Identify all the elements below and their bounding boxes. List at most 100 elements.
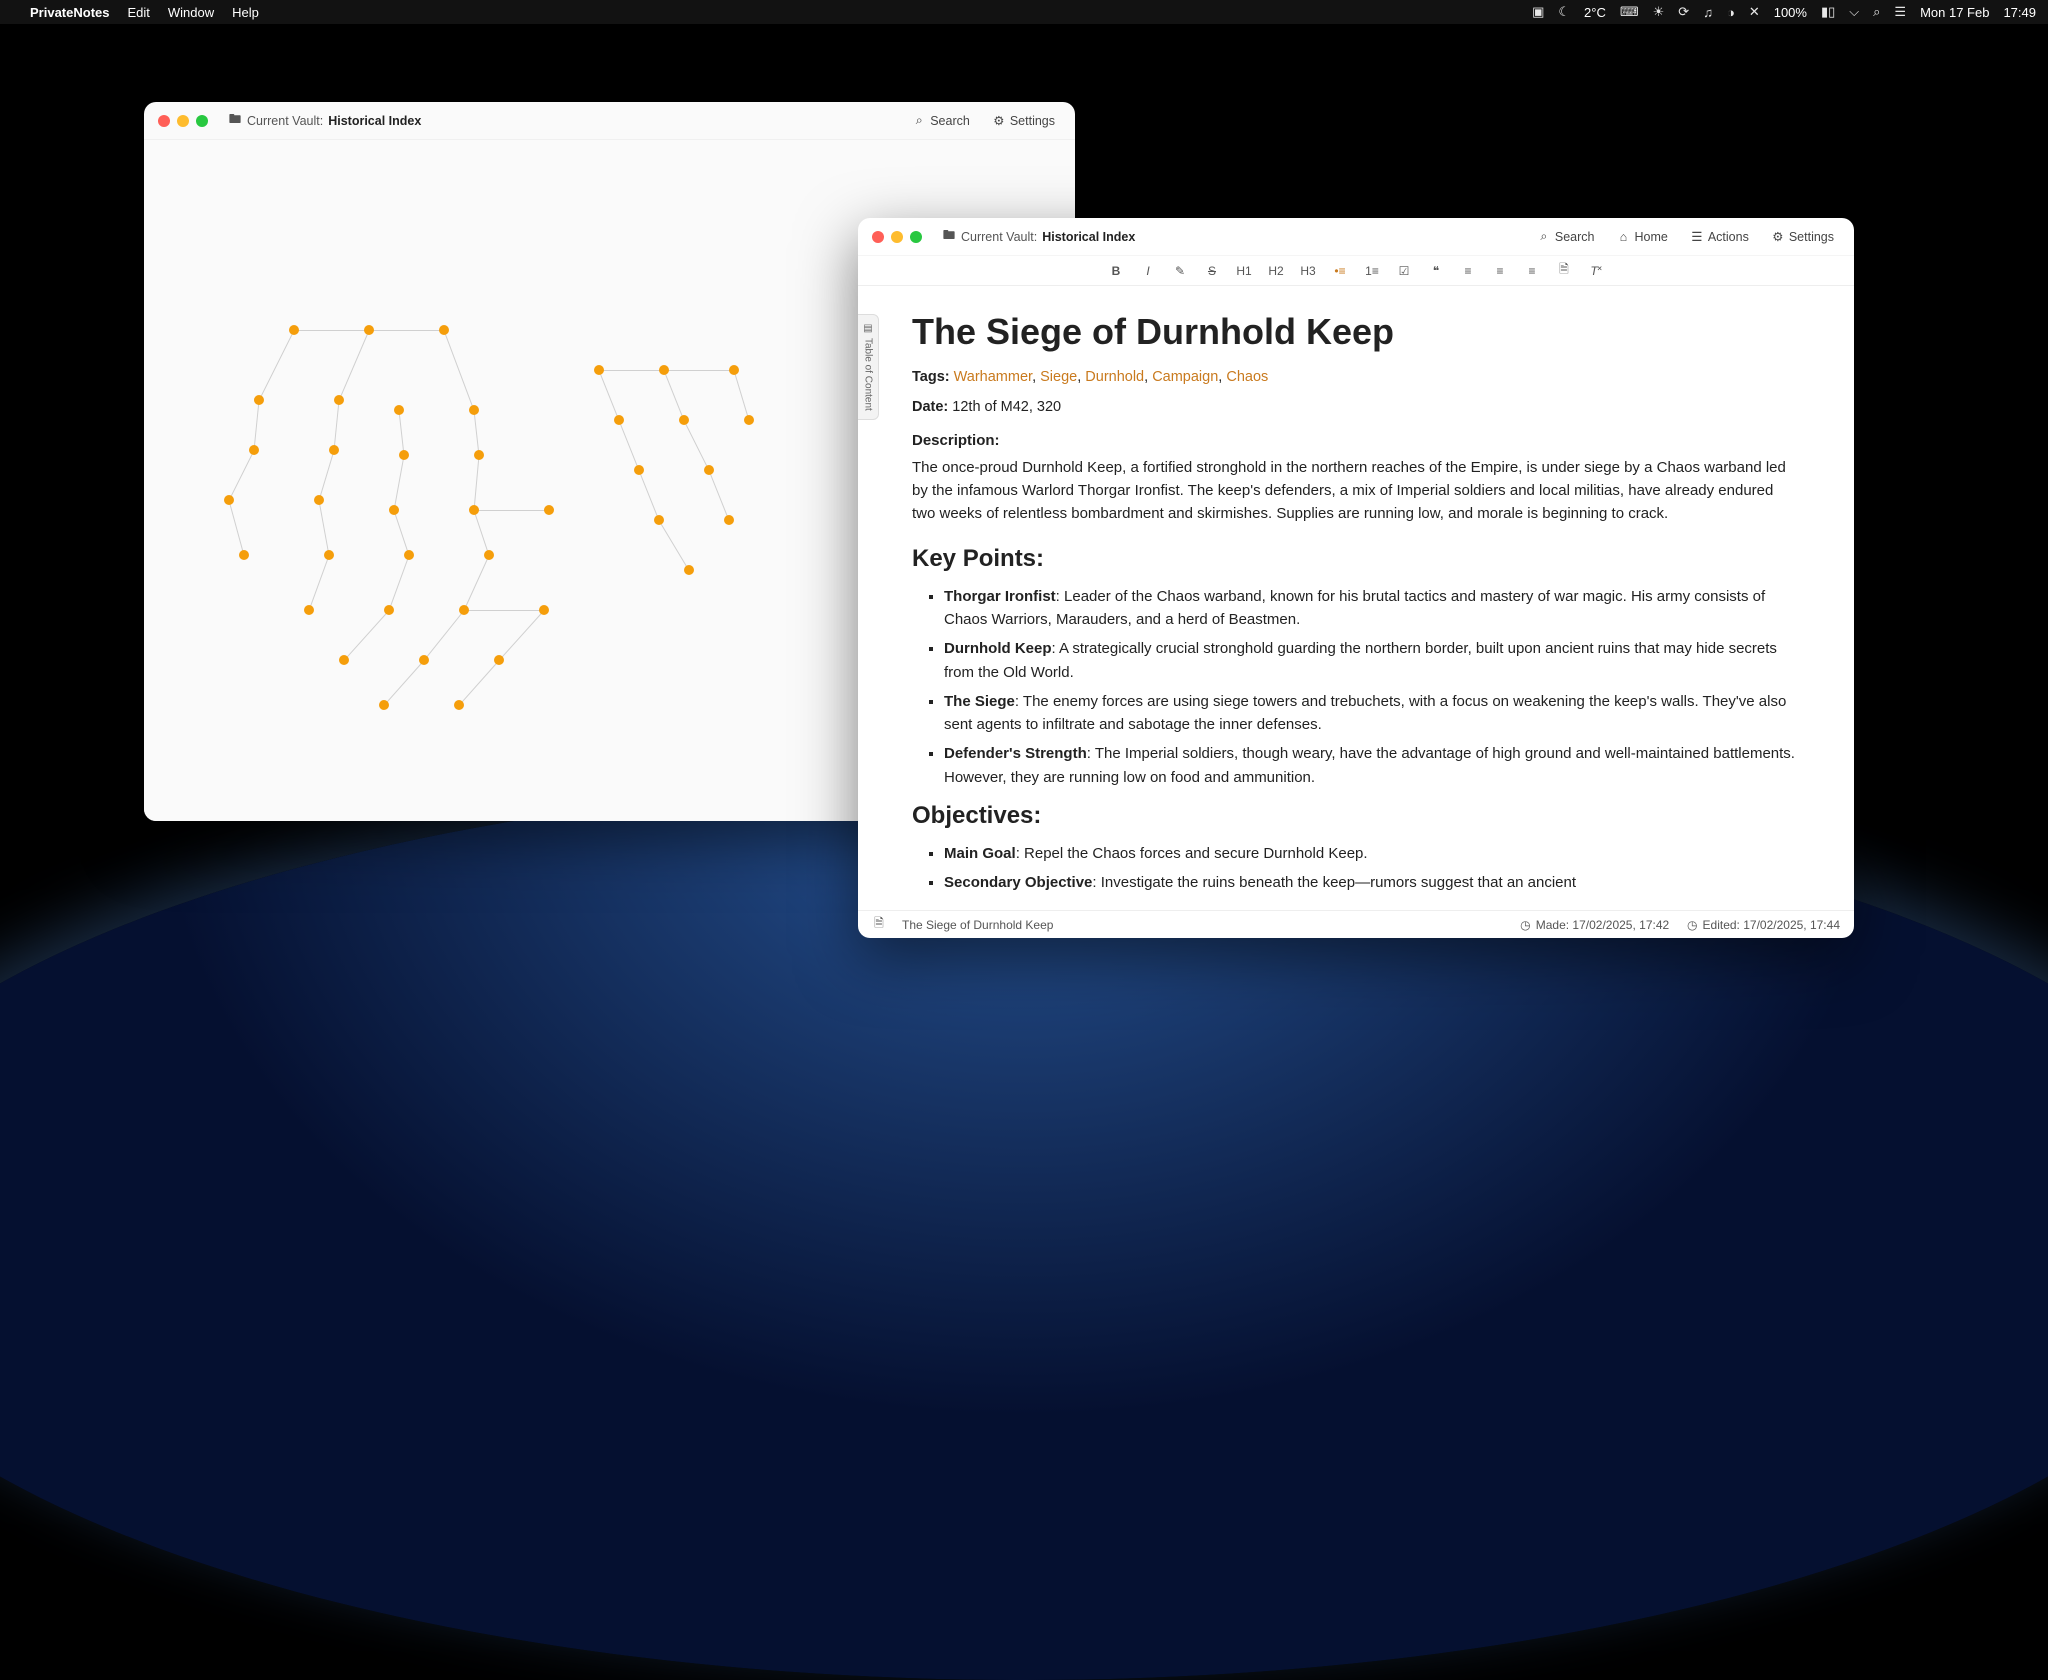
graph-node[interactable] [404, 550, 414, 560]
graph-node[interactable] [474, 450, 484, 460]
graph-node[interactable] [634, 465, 644, 475]
graph-node[interactable] [339, 655, 349, 665]
maximize-button[interactable] [910, 231, 922, 243]
app-name[interactable]: PrivateNotes [30, 5, 109, 20]
graph-node[interactable] [254, 395, 264, 405]
graph-node[interactable] [394, 405, 404, 415]
tag-link[interactable]: Durnhold [1085, 369, 1144, 385]
menu-icon: ☰ [1690, 229, 1704, 244]
weather-icon[interactable]: ☾ [1558, 4, 1570, 20]
headphones-icon[interactable]: ♫ [1703, 5, 1713, 20]
graph-node[interactable] [389, 505, 399, 515]
graph-node[interactable] [454, 700, 464, 710]
wifi-icon[interactable]: ⌵ [1849, 4, 1859, 20]
menu-edit[interactable]: Edit [127, 5, 149, 20]
screen-mirror-icon[interactable]: ▣ [1532, 4, 1544, 20]
tag-link[interactable]: Siege [1040, 369, 1077, 385]
quote-button[interactable]: ❝ [1425, 264, 1447, 278]
search-button[interactable]: ⌕Search [1531, 226, 1601, 247]
h1-button[interactable]: H1 [1233, 264, 1255, 278]
graph-node[interactable] [459, 605, 469, 615]
align-left-button[interactable]: ≡ [1457, 264, 1479, 278]
settings-button[interactable]: ⚙ Settings [986, 110, 1061, 131]
battery-icon[interactable]: ▮▯ [1821, 4, 1835, 20]
numbered-list-button[interactable]: 1≡ [1361, 264, 1383, 278]
graph-node[interactable] [439, 325, 449, 335]
graph-node[interactable] [379, 700, 389, 710]
graph-node[interactable] [539, 605, 549, 615]
graph-edge [294, 330, 369, 331]
editor-window-header[interactable]: 🖿 Current Vault: Historical Index ⌕Searc… [858, 218, 1854, 256]
strikethrough-button[interactable]: S [1201, 264, 1223, 278]
spotlight-icon[interactable]: ⌕ [1873, 4, 1880, 20]
graph-node[interactable] [679, 415, 689, 425]
graph-node[interactable] [659, 365, 669, 375]
graph-node[interactable] [654, 515, 664, 525]
clear-format-button[interactable]: T˟ [1585, 264, 1607, 278]
graph-node[interactable] [289, 325, 299, 335]
graph-node[interactable] [249, 445, 259, 455]
settings-button[interactable]: ⚙Settings [1765, 226, 1840, 247]
kp-text: : A strategically crucial stronghold gua… [944, 640, 1777, 680]
graph-node[interactable] [334, 395, 344, 405]
minimize-button[interactable] [891, 231, 903, 243]
home-icon: ⌂ [1616, 230, 1630, 244]
highlight-button[interactable]: ✎ [1169, 264, 1191, 278]
brightness-icon[interactable]: ☀ [1653, 4, 1665, 20]
graph-node[interactable] [324, 550, 334, 560]
objectives-header: Objectives: [912, 797, 1800, 834]
align-center-button[interactable]: ≡ [1489, 264, 1511, 278]
maximize-button[interactable] [196, 115, 208, 127]
bullet-list-button[interactable]: •≡ [1329, 264, 1351, 278]
close-button[interactable] [872, 231, 884, 243]
menubar-time: 17:49 [2003, 5, 2036, 20]
folder-icon: 🖿 [942, 226, 956, 247]
graph-node[interactable] [329, 445, 339, 455]
graph-node[interactable] [239, 550, 249, 560]
checklist-button[interactable]: ☑ [1393, 264, 1415, 278]
graph-node[interactable] [314, 495, 324, 505]
document-content[interactable]: The Siege of Durnhold Keep Tags: Warhamm… [858, 286, 1854, 910]
h2-button[interactable]: H2 [1265, 264, 1287, 278]
graph-node[interactable] [724, 515, 734, 525]
file-button[interactable]: 🗎 [1553, 260, 1575, 281]
graph-node[interactable] [469, 405, 479, 415]
graph-node[interactable] [614, 415, 624, 425]
graph-node[interactable] [304, 605, 314, 615]
h3-button[interactable]: H3 [1297, 264, 1319, 278]
align-right-button[interactable]: ≡ [1521, 264, 1543, 278]
minimize-button[interactable] [177, 115, 189, 127]
menu-help[interactable]: Help [232, 5, 259, 20]
graph-node[interactable] [469, 505, 479, 515]
clock-icon[interactable]: ⟳ [1678, 4, 1689, 20]
toc-tab[interactable]: ▤ Table of Content [858, 314, 879, 420]
bold-button[interactable]: B [1105, 264, 1127, 278]
graph-node[interactable] [684, 565, 694, 575]
graph-node[interactable] [729, 365, 739, 375]
tag-link[interactable]: Warhammer [954, 369, 1032, 385]
graph-node[interactable] [419, 655, 429, 665]
close-button[interactable] [158, 115, 170, 127]
keyboard-icon[interactable]: ⌨ [1620, 4, 1639, 20]
control-center-icon[interactable]: ☰ [1894, 4, 1906, 20]
tag-link[interactable]: Campaign [1152, 369, 1218, 385]
menu-window[interactable]: Window [168, 5, 214, 20]
graph-window-header[interactable]: 🖿 Current Vault: Historical Index ⌕ Sear… [144, 102, 1075, 140]
graph-node[interactable] [494, 655, 504, 665]
extra-icon-2[interactable]: ✕ [1749, 4, 1760, 20]
home-button[interactable]: ⌂Home [1610, 227, 1673, 247]
graph-node[interactable] [364, 325, 374, 335]
graph-node[interactable] [224, 495, 234, 505]
actions-button[interactable]: ☰Actions [1684, 226, 1755, 247]
graph-node[interactable] [744, 415, 754, 425]
graph-node[interactable] [384, 605, 394, 615]
graph-node[interactable] [399, 450, 409, 460]
tag-link[interactable]: Chaos [1226, 369, 1268, 385]
graph-node[interactable] [484, 550, 494, 560]
graph-node[interactable] [594, 365, 604, 375]
graph-node[interactable] [544, 505, 554, 515]
graph-node[interactable] [704, 465, 714, 475]
search-button[interactable]: ⌕ Search [906, 110, 976, 131]
extra-icon-1[interactable]: ◑ [1727, 5, 1735, 20]
italic-button[interactable]: I [1137, 264, 1159, 278]
